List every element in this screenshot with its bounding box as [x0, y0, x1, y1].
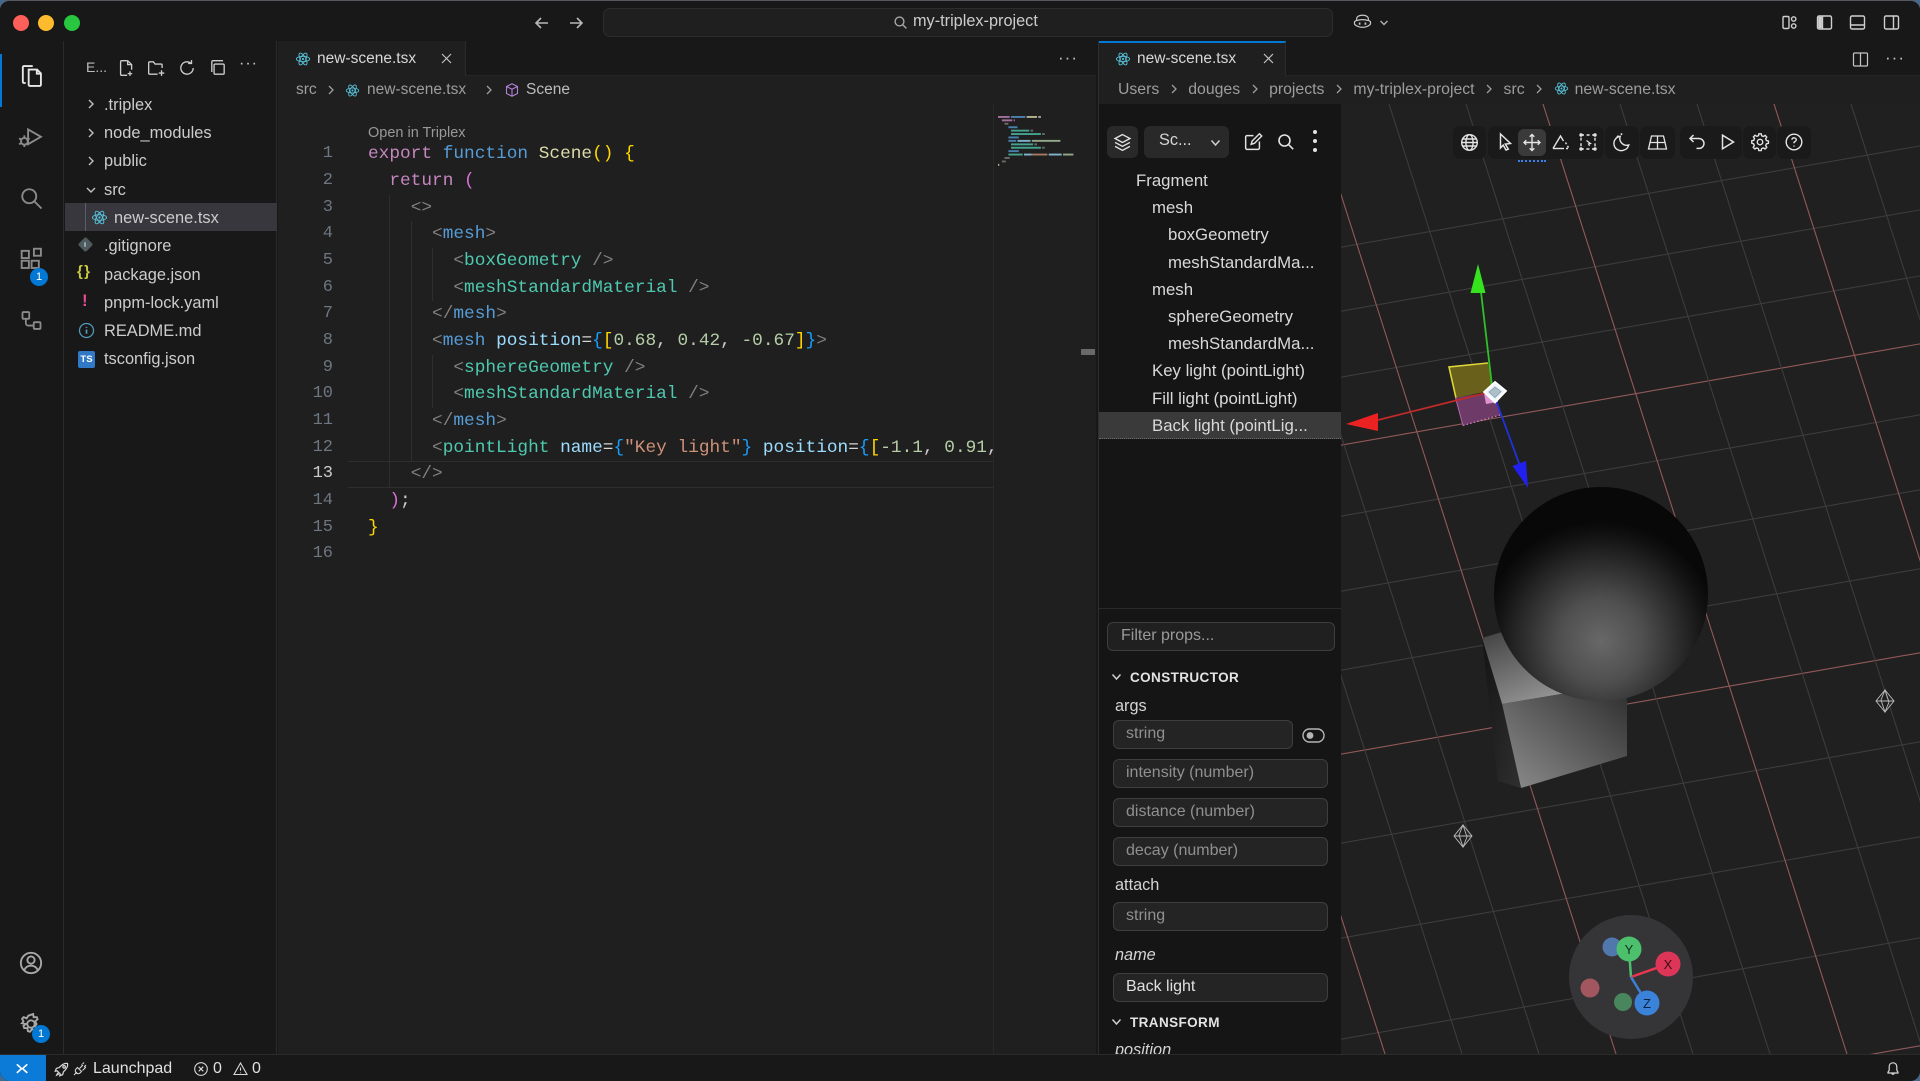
- svg-text:Z: Z: [1643, 996, 1651, 1011]
- svg-text:Y: Y: [1625, 942, 1634, 957]
- svg-text:X: X: [1664, 957, 1673, 972]
